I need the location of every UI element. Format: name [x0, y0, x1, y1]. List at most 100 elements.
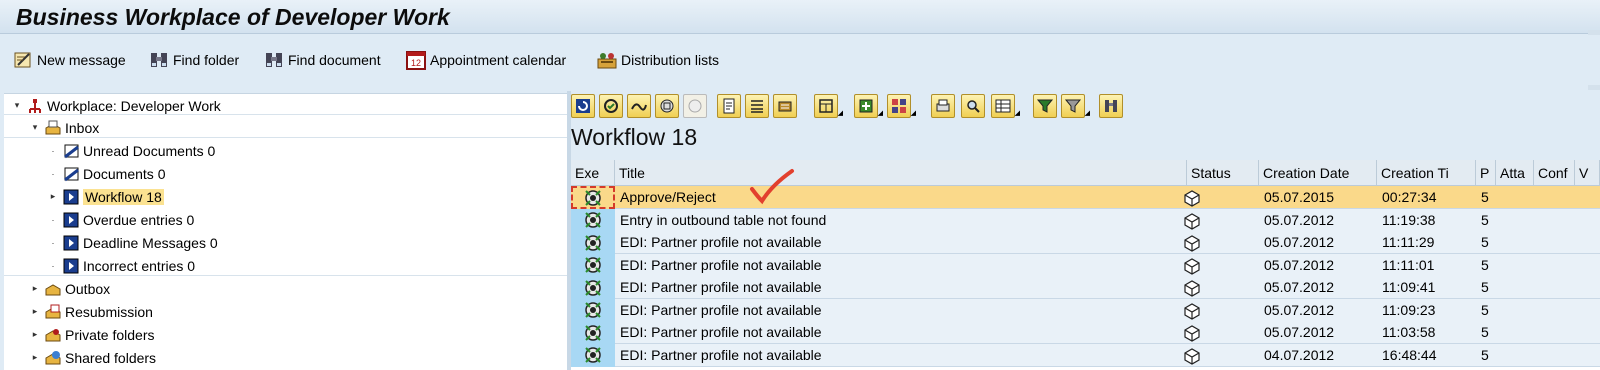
tree-item-overdue[interactable]: · Overdue entries 0 [48, 208, 195, 231]
execute-cell[interactable] [571, 253, 615, 277]
tree-item-outbox[interactable]: ▸ Outbox [30, 277, 110, 300]
execute-cell[interactable] [571, 208, 615, 232]
filter-button[interactable] [1033, 94, 1057, 118]
print-preview-button[interactable] [773, 94, 797, 118]
table-row[interactable]: EDI: Partner profile not available 05.07.… [571, 276, 1600, 299]
column-header-title[interactable]: Title [615, 160, 1187, 186]
new-message-button[interactable]: New message [12, 47, 126, 73]
row-title[interactable]: EDI: Partner profile not available [615, 344, 1187, 367]
execute-cell[interactable] [571, 321, 615, 344]
find-button[interactable] [961, 94, 985, 118]
table-row[interactable]: EDI: Partner profile not available 04.07.… [571, 343, 1600, 367]
refresh-button[interactable] [571, 94, 595, 118]
execute-workitem-icon [583, 255, 603, 275]
table-row[interactable]: EDI: Partner profile not available 05.07.… [571, 321, 1600, 344]
row-title[interactable]: EDI: Partner profile not available [615, 276, 1187, 299]
column-header-priority[interactable]: P [1476, 160, 1496, 186]
row-creation-time: 00:27:34 [1382, 189, 1437, 205]
column-header-exe[interactable]: Exe [571, 160, 615, 186]
column-header-status[interactable]: Status [1187, 160, 1259, 186]
detail-icon [723, 98, 735, 114]
tree-root[interactable]: ▾ Workplace: Developer Work [12, 94, 221, 117]
execute-workitem-icon [583, 278, 603, 298]
tree-item-resubmission[interactable]: ▸ Resubmission [30, 300, 153, 323]
row-title[interactable]: EDI: Partner profile not available [615, 321, 1187, 344]
table-row[interactable]: EDI: Partner profile not available 05.07.… [571, 298, 1600, 322]
application-toolbar: New message Find folder Find document 12… [0, 35, 1600, 85]
list-find-button[interactable] [1099, 94, 1123, 118]
distribution-lists-label: Distribution lists [621, 52, 720, 68]
tree-item-inbox[interactable]: ▾ Inbox [30, 116, 100, 139]
row-title[interactable]: Entry in outbound table not found [615, 209, 1187, 232]
status-icon [1182, 256, 1202, 276]
leaf-dot: · [51, 237, 55, 248]
appointment-calendar-label: Appointment calendar [430, 52, 567, 68]
expand-icon[interactable]: ▸ [30, 352, 40, 363]
tree-root-label: Workplace: Developer Work [47, 97, 221, 114]
execute-button[interactable] [599, 94, 623, 118]
column-header-attachments[interactable]: Atta [1496, 160, 1534, 186]
column-header-v[interactable]: V [1575, 160, 1600, 186]
appointment-calendar-button[interactable]: 12 Appointment calendar [405, 47, 566, 73]
tree-item-label: Shared folders [65, 349, 157, 366]
forward-button[interactable] [627, 94, 651, 118]
row-title[interactable]: EDI: Partner profile not available [615, 231, 1187, 254]
filter-columns-icon [995, 99, 1011, 113]
layout-button[interactable]: ◢ [814, 94, 843, 118]
inbox-icon [44, 119, 62, 137]
tree-item-incorrect[interactable]: · Incorrect entries 0 [48, 254, 196, 277]
column-header-creation-date[interactable]: Creation Date [1259, 160, 1377, 186]
column-header-creation-time[interactable]: Creation Ti [1377, 160, 1476, 186]
tree-item-label: Deadline Messages 0 [83, 234, 218, 251]
row-title[interactable]: Approve/Reject [615, 186, 1187, 209]
table-row[interactable]: EDI: Partner profile not available 05.07.… [571, 231, 1600, 254]
expand-icon[interactable]: ▸ [48, 191, 58, 202]
table-row[interactable]: EDI: Partner profile not available 05.07.… [571, 253, 1600, 277]
table-row[interactable]: Approve/Reject 05.07.2015 00:27:34 5 [571, 186, 1600, 209]
find-folder-button[interactable]: Find folder [148, 47, 239, 73]
execute-cell[interactable] [571, 298, 615, 322]
binoculars-icon [151, 53, 167, 67]
tree-item-deadline[interactable]: · Deadline Messages 0 [48, 231, 218, 254]
binoculars-icon [1105, 100, 1117, 112]
print-button[interactable] [931, 94, 955, 118]
tree-item-shared-folders[interactable]: ▸ Shared folders [30, 346, 156, 369]
list-toolbar: ◢ ◢ ◢ ◢ ◢ [571, 93, 1600, 119]
object-button[interactable] [655, 94, 679, 118]
row-creation-date: 05.07.2012 [1264, 301, 1335, 318]
tree-item-unread-documents[interactable]: · Unread Documents 0 [48, 139, 216, 162]
column-header-confirmation[interactable]: Conf [1534, 160, 1575, 186]
forward-icon [631, 103, 647, 111]
collapse-icon[interactable]: ▾ [30, 122, 40, 133]
row-title[interactable]: EDI: Partner profile not available [615, 254, 1187, 277]
execute-cell[interactable] [571, 231, 615, 254]
private-folder-icon [44, 326, 62, 344]
tree-item-documents[interactable]: · Documents 0 [48, 162, 166, 185]
tree-item-inbox-label: Inbox [65, 119, 100, 136]
status-icon [1182, 346, 1202, 366]
sort-button[interactable] [745, 94, 769, 118]
expand-icon[interactable]: ▸ [30, 329, 40, 340]
add-button[interactable]: ◢ [854, 94, 883, 118]
object-disabled-button[interactable] [683, 94, 707, 118]
status-icon [1182, 301, 1202, 321]
distribution-lists-button[interactable]: Distribution lists [596, 47, 719, 73]
filter-columns-button[interactable]: ◢ [991, 94, 1020, 118]
expand-icon[interactable]: ▸ [30, 283, 40, 294]
collapse-icon[interactable]: ▾ [12, 100, 22, 111]
grid-button[interactable]: ◢ [887, 94, 916, 118]
execute-cell[interactable] [571, 186, 615, 209]
execute-cell[interactable] [571, 276, 615, 299]
filter-dropdown-button[interactable]: ◢ [1061, 94, 1090, 118]
row-creation-date: 05.07.2012 [1264, 324, 1335, 340]
expand-icon[interactable]: ▸ [30, 306, 40, 317]
tree-item-workflow[interactable]: ▸ Workflow 18 [48, 185, 164, 208]
detail-button[interactable] [717, 94, 741, 118]
tree-item-private-folders[interactable]: ▸ Private folders [30, 323, 155, 346]
table-row[interactable]: Entry in outbound table not found 05.07.2… [571, 208, 1600, 232]
calendar-icon: 12 [406, 51, 426, 70]
workflow-grid: Exe Title Status Creation Date Creation … [571, 160, 1600, 370]
execute-cell[interactable] [571, 343, 615, 367]
row-title[interactable]: EDI: Partner profile not available [615, 299, 1187, 322]
find-document-button[interactable]: Find document [263, 47, 381, 73]
